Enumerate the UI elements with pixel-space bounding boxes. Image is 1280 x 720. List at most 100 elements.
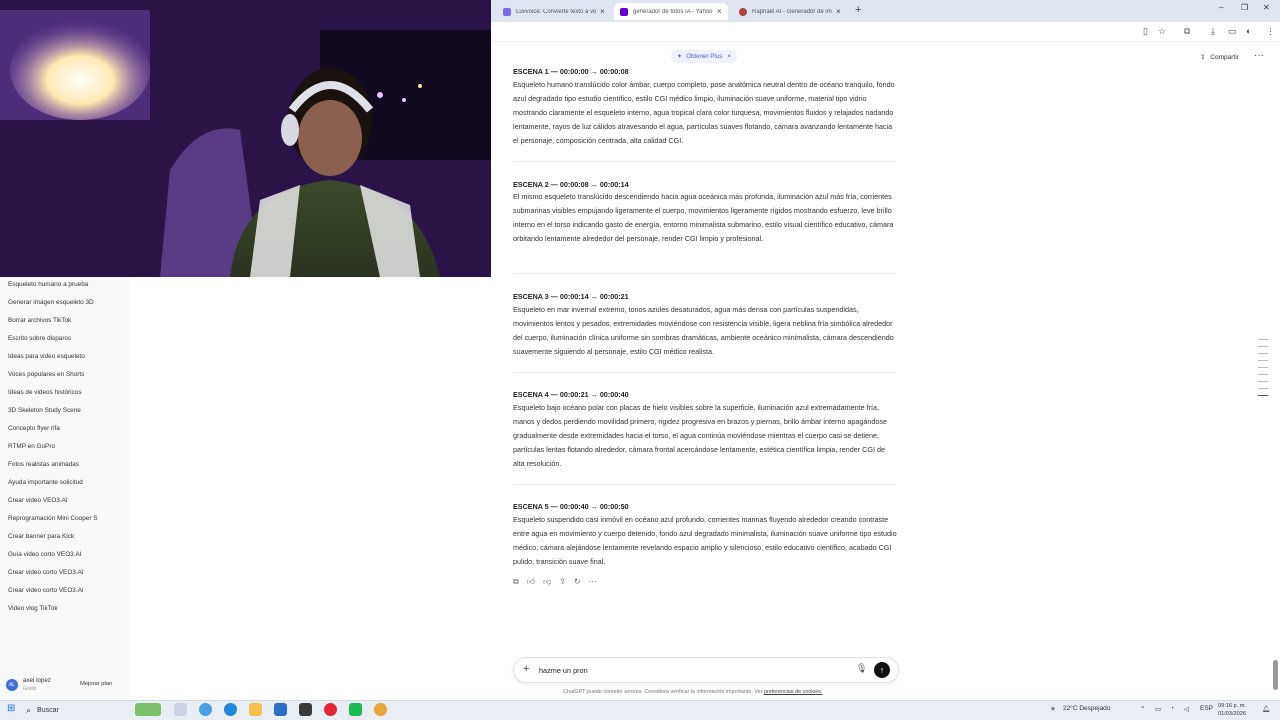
share-icon[interactable]: ⇪ <box>559 577 566 587</box>
weather-text[interactable]: 22°C Despejado <box>1063 705 1110 712</box>
scene-1-text: Esqueleto humano translúcido color ámbar… <box>513 80 895 145</box>
regenerate-icon[interactable]: ↻ <box>574 577 581 587</box>
page-icon[interactable]: ▯ <box>1143 26 1148 37</box>
avatar: AL <box>6 679 18 691</box>
restore-icon[interactable]: ❐ <box>1241 3 1248 12</box>
microphone-icon[interactable]: 🎙︎ <box>856 663 867 674</box>
attach-plus-icon[interactable]: + <box>523 663 529 675</box>
sidebar-chat-item[interactable]: Esqueleto humano a prueba <box>8 281 88 288</box>
scene-2-text: El mismo esqueleto translúcido descendie… <box>513 192 894 243</box>
user-info: axel lopez Gratis <box>23 677 51 693</box>
sidebar-chat-item[interactable]: RTMP en GoPro <box>8 443 55 450</box>
sidebar-chat-item[interactable]: Generar imagen esqueleto 3D <box>8 299 94 306</box>
minimize-icon[interactable]: – <box>1219 3 1223 12</box>
sidebar-chat-item[interactable]: Crear video VEO3.AI <box>8 497 68 504</box>
weather-icon[interactable]: ☀ <box>1050 705 1056 713</box>
message-composer: + 🎙︎ ↑ <box>514 658 898 682</box>
cookie-preferences-link[interactable]: preferencias de cookies. <box>764 689 822 695</box>
profile-icon[interactable]: ◐ <box>1246 26 1251 36</box>
opera-icon[interactable] <box>324 703 337 716</box>
task-view-icon[interactable] <box>174 703 187 716</box>
sidebar-chat-item[interactable]: Crear video corto VEO3.AI <box>8 569 84 576</box>
sidebar-chat-item[interactable]: Crear banner para Kick <box>8 533 74 540</box>
share-button[interactable]: ⇪ Compartir <box>1200 53 1239 61</box>
sidebar-chat-item[interactable]: Guía video corto VEO3.AI <box>8 551 82 558</box>
tray-chevron-icon[interactable]: ⌃ <box>1140 705 1145 713</box>
scene-5-title: ESCENA 5 — 00:00:40 → 00:00:50 <box>513 502 629 511</box>
sidebar-chat-item[interactable]: 3D Skeleton Study Scene <box>8 407 81 414</box>
scene-4-text: Esqueleto bajo océano polar con placas d… <box>513 403 887 468</box>
wifi-icon[interactable]: ◔ <box>1170 705 1174 712</box>
chrome-icon[interactable] <box>374 703 387 716</box>
language-indicator[interactable]: ESP <box>1200 705 1213 712</box>
tab-label: generador de fotos IA - Yahoo <box>633 8 713 15</box>
user-account[interactable]: AL axel lopez Gratis <box>6 677 51 693</box>
system-clock[interactable]: 09:16 p. m. 01/03/2026 <box>1218 702 1246 718</box>
app-green-icon[interactable] <box>349 703 362 716</box>
send-button[interactable]: ↑ <box>874 662 890 678</box>
scene-1-title: ESCENA 1 — 00:00:00 → 00:00:08 <box>513 67 629 76</box>
taskbar-widget-thumbnail[interactable] <box>135 703 161 716</box>
menu-icon[interactable]: ⋮ <box>1266 26 1275 37</box>
sidebar-chat-item[interactable]: Voces populares en Shorts <box>8 371 84 378</box>
conversation-minimap[interactable] <box>1258 339 1268 402</box>
windows-start-icon[interactable]: ⊞ <box>7 703 15 714</box>
get-plus-button[interactable]: ✦ Obtener Plus × <box>671 50 737 63</box>
sidebar-chat-item[interactable]: Escrito sobre disparos <box>8 335 71 342</box>
divider <box>513 273 896 274</box>
face <box>298 100 362 176</box>
yahoo-favicon-icon <box>620 7 628 16</box>
more-icon[interactable]: ··· <box>589 577 597 587</box>
edge-icon[interactable] <box>224 703 237 716</box>
tab-raphael[interactable]: Raphael AI - Generador de ima × <box>733 3 847 20</box>
scrollbar[interactable] <box>1273 660 1278 690</box>
raphael-favicon-icon <box>739 7 747 16</box>
tab-close-icon[interactable]: × <box>836 7 841 16</box>
tab-yahoo[interactable]: generador de fotos IA - Yahoo × <box>614 3 728 20</box>
copy-icon[interactable]: ⧉ <box>513 577 519 587</box>
sidebar-chat-item[interactable]: Ideas de videos históricos <box>8 389 82 396</box>
search-icon: ⌕ <box>26 704 32 715</box>
file-explorer-icon[interactable] <box>249 703 262 716</box>
tab-luvvoice[interactable]: Luvvoice: Convierte texto a voz × <box>497 3 611 20</box>
sidebar-chat-item[interactable]: Ayuda importante solicitud <box>8 479 83 486</box>
clock-date: 01/03/2026 <box>1218 711 1246 717</box>
sparkle-icon: ✦ <box>677 53 683 60</box>
sidebar-chat-item[interactable]: Crear video corto VEO3.AI <box>8 587 84 594</box>
extensions-icon[interactable]: ⧉ <box>1184 26 1190 37</box>
star-icon[interactable]: ☆ <box>1158 26 1166 37</box>
sidebar-chat-item[interactable]: Fotos realistas animadas <box>8 461 79 468</box>
app-icon[interactable] <box>299 703 312 716</box>
new-tab-icon[interactable]: + <box>855 4 861 16</box>
dismiss-icon[interactable]: × <box>727 53 731 60</box>
tab-label: Luvvoice: Convierte texto a voz <box>516 8 596 15</box>
notifications-icon[interactable]: 🔔︎ <box>1262 705 1270 713</box>
sidebar-chat-item[interactable]: Reprogramación Mini Cooper S <box>8 515 98 522</box>
thumbs-down-icon[interactable]: 👎︎ <box>543 577 551 587</box>
divider <box>513 161 896 162</box>
sidebar-chat-item[interactable]: Ideas para video esqueleto <box>8 353 85 360</box>
ellipsis-icon[interactable]: ··· <box>1254 50 1264 61</box>
battery-icon[interactable]: ▭ <box>1155 705 1161 713</box>
luvvoice-favicon-icon <box>503 7 511 16</box>
thumbs-up-icon[interactable]: 👍︎ <box>527 577 535 587</box>
store-icon[interactable] <box>274 703 287 716</box>
clock-time: 09:16 p. m. <box>1218 703 1246 709</box>
user-name: axel lopez <box>23 677 51 684</box>
copilot-icon[interactable] <box>199 703 212 716</box>
sidebar-chat-item[interactable]: Borrar archivos TikTok <box>8 317 71 324</box>
sidebar-chat-item[interactable]: Concepto flyer rifa <box>8 425 60 432</box>
upgrade-plan-button[interactable]: Mejorar plan <box>80 681 112 687</box>
taskbar-search[interactable]: ⌕ Buscar <box>26 703 134 717</box>
tab-label: Raphael AI - Generador de ima <box>752 8 832 15</box>
prompt-input[interactable] <box>539 663 839 677</box>
tab-close-icon[interactable]: × <box>600 7 605 16</box>
scene-5-text: Esqueleto suspendido casi inmóvil en océ… <box>513 515 897 566</box>
sidepanel-icon[interactable]: ▭ <box>1228 26 1237 37</box>
close-icon[interactable]: ✕ <box>1263 3 1270 12</box>
tab-close-icon[interactable]: × <box>717 7 722 16</box>
sidebar-chat-item[interactable]: Video vlog TikTok <box>8 605 58 612</box>
volume-icon[interactable]: ◁ <box>1184 705 1189 713</box>
download-icon[interactable]: ⤓ <box>1211 26 1215 37</box>
disclaimer-text: ChatGPT puede cometer errores. Considera… <box>563 689 763 695</box>
